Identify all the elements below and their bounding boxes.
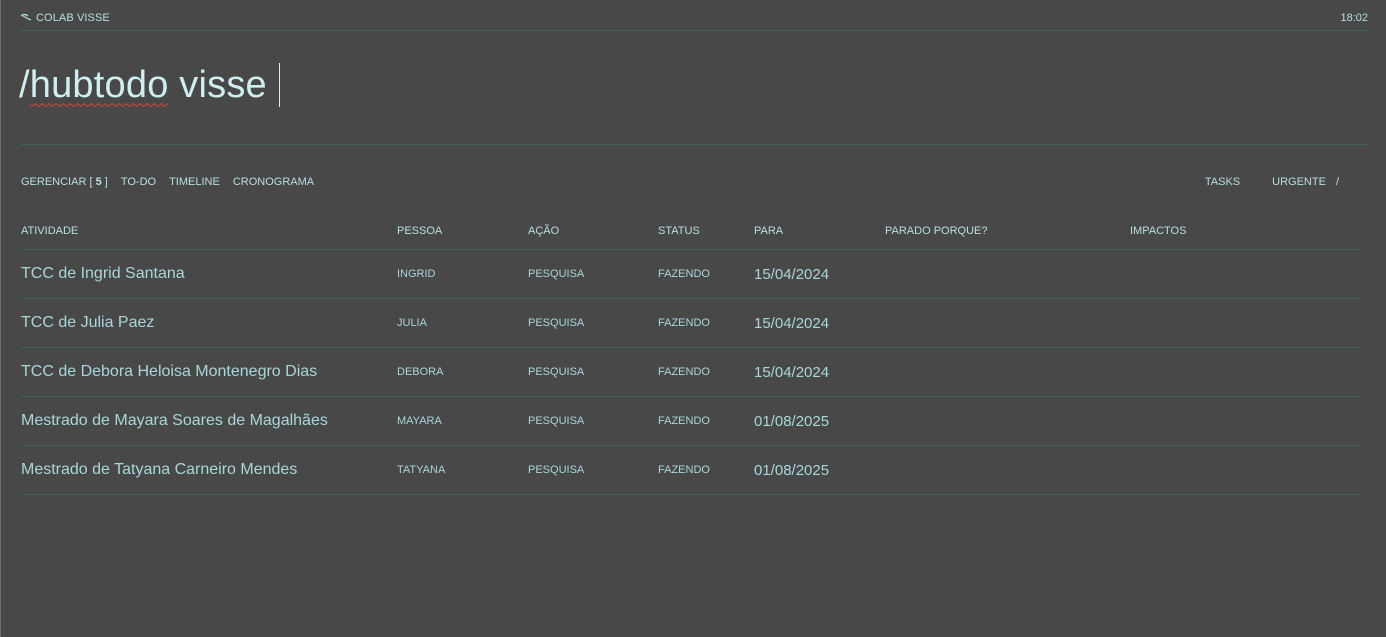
divider [20,144,1368,145]
text-caret [278,63,280,107]
table-header-row: ATIVIDADE PESSOA AÇÃO STATUS PARA PARADO… [21,212,1361,250]
command-keyword: hubtodo [29,63,169,106]
cell-atividade[interactable]: TCC de Julia Paez [21,298,397,348]
cell-para[interactable]: 01/08/2025 [754,445,885,495]
cell-impactos[interactable] [1130,347,1361,397]
app-window: COLAB VISSE 18:02 /hubtodo visse GERENCI… [0,0,1386,637]
cell-acao[interactable]: PESQUISA [528,347,658,397]
cell-parado[interactable] [885,249,1130,299]
cell-pessoa[interactable]: TATYANA [397,445,528,495]
logo-icon [20,13,32,21]
column-header-status[interactable]: STATUS [658,212,754,250]
table-row[interactable]: TCC de Ingrid Santana INGRID PESQUISA FA… [21,249,1361,299]
brand[interactable]: COLAB VISSE [20,12,110,24]
column-header-atividade[interactable]: ATIVIDADE [21,212,397,250]
cell-para[interactable]: 15/04/2024 [754,298,885,348]
filter-separator: / [1335,176,1339,188]
cell-parado[interactable] [885,298,1130,348]
cell-parado[interactable] [885,445,1130,495]
column-header-parado[interactable]: PARADO PORQUE? [885,212,1130,250]
command-text[interactable]: /hubtodo visse [19,64,267,107]
cell-acao[interactable]: PESQUISA [528,249,658,299]
nav-todo[interactable]: TO-DO [121,176,156,188]
nav-manage[interactable]: GERENCIAR [ 5 ] [21,176,108,188]
nav-timeline[interactable]: TIMELINE [169,176,220,188]
cell-acao[interactable]: PESQUISA [528,396,658,446]
command-slash: / [19,63,30,106]
cell-atividade[interactable]: TCC de Debora Heloisa Montenegro Dias [21,347,397,397]
tasks-table: ATIVIDADE PESSOA AÇÃO STATUS PARA PARADO… [21,212,1361,495]
nav-schedule[interactable]: CRONOGRAMA [233,176,314,188]
command-input[interactable]: /hubtodo visse [19,60,280,110]
cell-status[interactable]: FAZENDO [658,347,754,397]
column-header-para[interactable]: PARA [754,212,885,250]
table-row[interactable]: TCC de Debora Heloisa Montenegro Dias DE… [21,347,1361,397]
top-bar: COLAB VISSE 18:02 [20,0,1368,31]
cell-acao[interactable]: PESQUISA [528,445,658,495]
column-header-acao[interactable]: AÇÃO [528,212,658,250]
brand-name: COLAB VISSE [36,12,110,24]
cell-status[interactable]: FAZENDO [658,298,754,348]
cell-para[interactable]: 15/04/2024 [754,249,885,299]
cell-atividade[interactable]: Mestrado de Mayara Soares de Magalhães [21,396,397,446]
view-nav: GERENCIAR [ 5 ] TO-DO TIMELINE CRONOGRAM… [21,176,314,188]
cell-parado[interactable] [885,396,1130,446]
cell-pessoa[interactable]: MAYARA [397,396,528,446]
cell-status[interactable]: FAZENDO [658,396,754,446]
cell-status[interactable]: FAZENDO [658,445,754,495]
nav-manage-count: 5 [95,176,102,188]
column-header-impactos[interactable]: IMPACTOS [1130,212,1361,250]
filter-bar: TASKS URGENTE / [1205,176,1339,188]
table-row[interactable]: Mestrado de Tatyana Carneiro Mendes TATY… [21,445,1361,495]
cell-impactos[interactable] [1130,396,1361,446]
filter-tasks[interactable]: TASKS [1205,176,1240,188]
cell-parado[interactable] [885,347,1130,397]
cell-acao[interactable]: PESQUISA [528,298,658,348]
table-row[interactable]: TCC de Julia Paez JULIA PESQUISA FAZENDO… [21,298,1361,348]
cell-para[interactable]: 01/08/2025 [754,396,885,446]
cell-pessoa[interactable]: JULIA [397,298,528,348]
cell-status[interactable]: FAZENDO [658,249,754,299]
nav-manage-label: GERENCIAR [ [21,176,93,188]
cell-atividade[interactable]: TCC de Ingrid Santana [21,249,397,299]
cell-impactos[interactable] [1130,445,1361,495]
cell-pessoa[interactable]: DEBORA [397,347,528,397]
filter-urgent[interactable]: URGENTE [1272,176,1326,188]
cell-para[interactable]: 15/04/2024 [754,347,885,397]
command-arg: visse [168,63,267,106]
clock: 18:02 [1340,12,1368,24]
cell-pessoa[interactable]: INGRID [397,249,528,299]
cell-atividade[interactable]: Mestrado de Tatyana Carneiro Mendes [21,445,397,495]
column-header-pessoa[interactable]: PESSOA [397,212,528,250]
table-row[interactable]: Mestrado de Mayara Soares de Magalhães M… [21,396,1361,446]
nav-manage-close: ] [104,176,108,188]
cell-impactos[interactable] [1130,298,1361,348]
cell-impactos[interactable] [1130,249,1361,299]
